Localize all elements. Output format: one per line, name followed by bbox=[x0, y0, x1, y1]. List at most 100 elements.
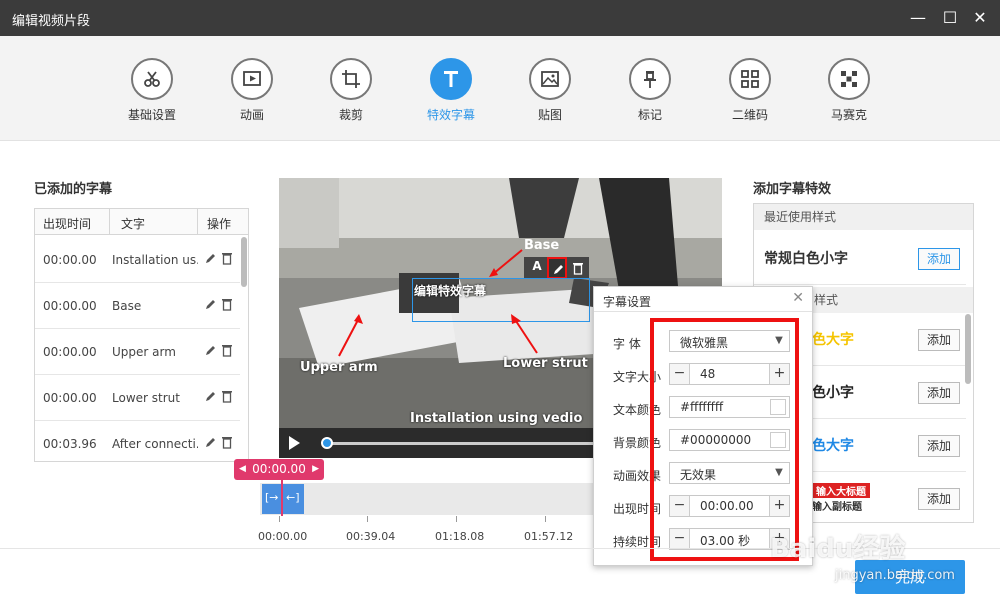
column-actions: 操作 bbox=[207, 217, 232, 231]
close-button[interactable]: ✕ bbox=[970, 8, 990, 28]
style-sample-title: 输入大标题 bbox=[812, 483, 870, 498]
tab-label: 动画 bbox=[239, 108, 264, 122]
tab-sticker[interactable]: 贴图 bbox=[515, 58, 585, 123]
highlight-box bbox=[650, 318, 799, 561]
recent-styles-header: 最近使用样式 bbox=[754, 204, 973, 230]
marker-right-arrow-icon[interactable]: ▶ bbox=[312, 459, 319, 480]
tab-basic-settings[interactable]: 基础设置 bbox=[117, 58, 187, 123]
style-sample: 色大字 bbox=[812, 332, 854, 348]
list-item[interactable]: 00:00.00 Installation us... bbox=[35, 237, 240, 283]
style-sample: 常规白色小字 bbox=[764, 251, 848, 267]
tab-label: 二维码 bbox=[731, 108, 768, 122]
style-sample: 色大字 bbox=[812, 438, 854, 454]
list-item[interactable]: 00:00.00 Base bbox=[35, 283, 240, 329]
caption-upper-arm[interactable]: Upper arm bbox=[300, 360, 378, 375]
play-icon[interactable] bbox=[289, 436, 300, 450]
row-time: 00:00.00 bbox=[43, 345, 97, 359]
minimize-button[interactable]: — bbox=[908, 8, 928, 28]
effects-title: 添加字幕特效 bbox=[753, 182, 832, 197]
trash-icon[interactable] bbox=[572, 261, 584, 275]
style-sample-subtitle: 输入副标题 bbox=[812, 502, 862, 513]
column-time: 出现时间 bbox=[43, 217, 92, 231]
marker-left-arrow-icon[interactable]: ◀ bbox=[239, 459, 246, 480]
row-time: 00:00.00 bbox=[43, 253, 97, 267]
list-scrollbar[interactable] bbox=[241, 237, 247, 287]
timeline-clip[interactable]: [→ ←] bbox=[262, 484, 304, 514]
watermark-url: jingyan.baidu.com bbox=[835, 568, 955, 583]
tab-animation[interactable]: 动画 bbox=[217, 58, 287, 123]
timeline-tick-label: 01:18.08 bbox=[435, 530, 485, 543]
subtitle-list: 出现时间 文字 操作 00:00.00 Installation us... 0… bbox=[34, 208, 249, 462]
tab-qrcode[interactable]: 二维码 bbox=[715, 58, 785, 123]
add-style-button[interactable]: 添加 bbox=[918, 248, 960, 270]
pencil-icon[interactable] bbox=[204, 435, 216, 449]
playhead-line[interactable] bbox=[281, 480, 283, 516]
trash-icon[interactable] bbox=[221, 297, 233, 311]
text-t-icon bbox=[430, 58, 472, 100]
row-text: Lower strut bbox=[112, 391, 180, 405]
list-item[interactable]: 00:00.00 Lower strut bbox=[35, 375, 240, 421]
tab-label: 特效字幕 bbox=[426, 108, 475, 122]
effects-scrollbar[interactable] bbox=[965, 314, 971, 384]
tab-mark[interactable]: 标记 bbox=[615, 58, 685, 123]
tab-crop[interactable]: 裁剪 bbox=[316, 58, 386, 123]
list-item[interactable]: 00:03.96 After connecti... bbox=[35, 421, 240, 461]
list-item[interactable]: 00:00.00 Upper arm bbox=[35, 329, 240, 375]
pencil-icon[interactable] bbox=[204, 343, 216, 357]
tab-special-subtitles[interactable]: 特效字幕 bbox=[416, 58, 486, 123]
playhead-marker[interactable]: ◀ 00:00.00 ▶ bbox=[234, 459, 324, 480]
pencil-icon[interactable] bbox=[204, 297, 216, 311]
tab-mosaic[interactable]: 马赛克 bbox=[814, 58, 884, 123]
column-text: 文字 bbox=[121, 217, 146, 231]
row-text: Installation us... bbox=[112, 253, 198, 267]
text-format-button[interactable]: A bbox=[529, 259, 545, 275]
pencil-icon[interactable] bbox=[204, 389, 216, 403]
clip-end-handle-icon[interactable]: ←] bbox=[286, 491, 300, 504]
trash-icon[interactable] bbox=[221, 389, 233, 403]
trash-icon[interactable] bbox=[221, 251, 233, 265]
row-time: 00:00.00 bbox=[43, 299, 97, 313]
scissors-icon bbox=[131, 58, 173, 100]
timeline-tick-label: 01:57.12 bbox=[524, 530, 574, 543]
tool-tabs: 基础设置 动画 裁剪 特效字幕 贴图 标记 二维码 马赛克 bbox=[0, 36, 1000, 141]
timeline-tick-label: 00:00.00 bbox=[258, 530, 308, 543]
window-title: 编辑视频片段 bbox=[12, 14, 91, 29]
tab-label: 贴图 bbox=[537, 108, 562, 122]
row-time: 00:00.00 bbox=[43, 391, 97, 405]
play-frame-icon bbox=[231, 58, 273, 100]
video-progress-track[interactable] bbox=[325, 442, 600, 445]
font-label: 字 体 bbox=[613, 337, 641, 351]
caption-installation[interactable]: Installation using vedio bbox=[410, 411, 582, 426]
pin-icon bbox=[629, 58, 671, 100]
caption-edit-text[interactable]: 编辑特效字幕 bbox=[414, 282, 486, 299]
pencil-icon bbox=[554, 265, 563, 274]
row-time: 00:03.96 bbox=[43, 437, 97, 451]
trash-icon[interactable] bbox=[221, 343, 233, 357]
maximize-button[interactable]: ☐ bbox=[940, 8, 960, 28]
crop-icon bbox=[330, 58, 372, 100]
add-style-button[interactable]: 添加 bbox=[918, 329, 960, 351]
trash-icon[interactable] bbox=[221, 435, 233, 449]
caption-lower-strut[interactable]: Lower strut bbox=[503, 356, 588, 371]
tab-label: 标记 bbox=[637, 108, 662, 122]
watermark-brand: Baidu经验 bbox=[770, 534, 906, 564]
caption-base[interactable]: Base bbox=[524, 238, 559, 253]
list-item: 常规白色小字 添加 bbox=[754, 232, 966, 285]
dialog-close-icon[interactable]: ✕ bbox=[792, 290, 804, 306]
clip-start-handle-icon[interactable]: [→ bbox=[265, 491, 279, 504]
timeline-tick-label: 00:39.04 bbox=[346, 530, 396, 543]
row-text: Upper arm bbox=[112, 345, 176, 359]
row-text: Base bbox=[112, 299, 142, 313]
qrcode-icon bbox=[729, 58, 771, 100]
pencil-icon[interactable] bbox=[204, 251, 216, 265]
add-style-button[interactable]: 添加 bbox=[918, 488, 960, 510]
title-bar: 编辑视频片段 — ☐ ✕ bbox=[0, 0, 1000, 36]
caption-toolbar: A bbox=[524, 257, 589, 279]
add-style-button[interactable]: 添加 bbox=[918, 435, 960, 457]
video-progress-knob[interactable] bbox=[321, 437, 333, 449]
row-text: After connecti... bbox=[112, 437, 198, 451]
add-style-button[interactable]: 添加 bbox=[918, 382, 960, 404]
subtitle-list-header: 出现时间 文字 操作 bbox=[35, 209, 248, 235]
edit-caption-button[interactable] bbox=[547, 257, 567, 279]
playhead-time: 00:00.00 bbox=[252, 462, 306, 476]
